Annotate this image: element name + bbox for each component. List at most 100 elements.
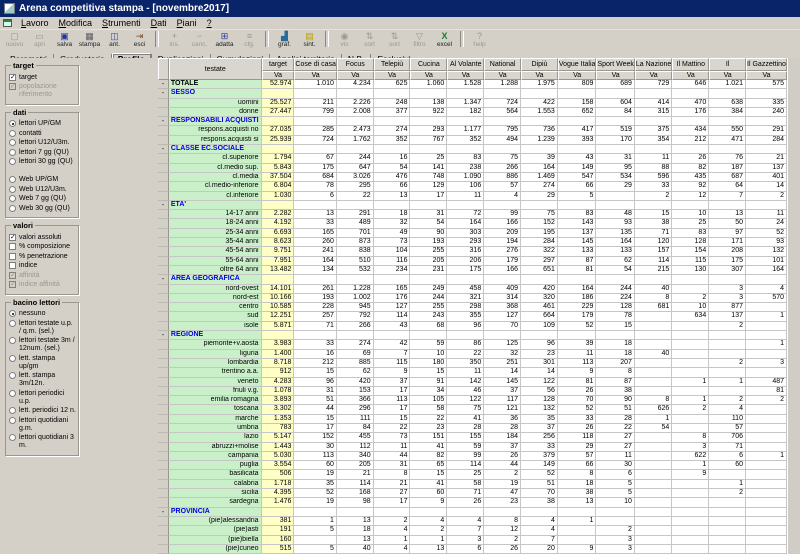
column-header-national[interactable]: National	[484, 58, 521, 71]
collapse-marker[interactable]: -	[158, 89, 169, 98]
radio-lett-stampa-up-gm[interactable]: lett. stampa up/gm	[9, 355, 76, 371]
row-label: 14-17 anni	[169, 210, 262, 219]
cell-value	[635, 536, 672, 545]
excel-icon: X	[441, 31, 447, 41]
radio-lettori-testate-3m-12num-sel[interactable]: lettori testate 3m / 12num. (sel.)	[9, 337, 76, 353]
ins.-button: +ins.	[162, 31, 187, 48]
vertical-scrollbar[interactable]	[787, 58, 800, 554]
sint.-button[interactable]: ▤sint.	[297, 31, 322, 48]
cell-value: 40	[635, 285, 672, 294]
cell-value	[672, 359, 709, 368]
radio-lettori-30-gg-qu[interactable]: lettori 30 gg (QU)	[9, 158, 76, 166]
collapse-marker[interactable]: -	[158, 80, 169, 89]
radio-lettori-quotidiani-3-m[interactable]: lettori quotidiani 3 m.	[9, 434, 76, 450]
radio-nessuno[interactable]: nessuno	[9, 310, 76, 318]
row-label: (pie)biella	[169, 536, 262, 545]
collapse-marker[interactable]: -	[158, 275, 169, 284]
row-gutter	[158, 536, 169, 545]
cell-value: 90	[410, 229, 447, 238]
cell-value: 626	[635, 405, 672, 414]
column-header-il[interactable]: Il	[709, 58, 746, 71]
menu-item-lavoro[interactable]: Lavoro	[16, 18, 54, 28]
collapse-marker[interactable]: -	[158, 508, 169, 517]
checkbox-valori-assoluti[interactable]: ✓valori assoluti	[9, 234, 76, 242]
cell-value: 13	[337, 517, 374, 526]
column-header-sport-week[interactable]: Sport Week	[596, 58, 634, 71]
collapse-marker[interactable]: -	[158, 331, 169, 340]
radio-web-7-gg-qu[interactable]: Web 7 gg (QU)	[9, 195, 76, 203]
table-row-pie-asti: (pie)asti1915184271242	[158, 526, 787, 535]
cell-value	[521, 508, 558, 517]
column-header-vogue-italia[interactable]: Vogue Italia	[558, 58, 597, 71]
menu-item-dati[interactable]: Dati	[146, 18, 172, 28]
column-header-cucina[interactable]: Cucina	[410, 58, 447, 71]
radio-lettori-u12-u3m[interactable]: lettori U12/U3m.	[9, 139, 76, 147]
checkbox-penetrazione[interactable]: ✓% penetrazione	[9, 253, 76, 261]
column-header-dipi[interactable]: Dipiù	[521, 58, 558, 71]
collapse-marker[interactable]: -	[158, 117, 169, 126]
cell-value	[596, 275, 634, 284]
column-header-target[interactable]: target	[262, 58, 295, 71]
cell-value: 352	[447, 136, 484, 145]
graf.-button[interactable]: ▟graf.	[272, 31, 297, 48]
ant.-button[interactable]: ◫ant.	[102, 31, 127, 48]
esci-button[interactable]: ⇥esci	[127, 31, 152, 48]
collapse-marker[interactable]: -	[158, 201, 169, 210]
radio-web-30-gg-qu[interactable]: Web 30 gg (QU)	[9, 205, 76, 213]
adatta-button[interactable]: ⊞adatta	[212, 31, 237, 48]
column-header-il-gazzettino[interactable]: Il Gazzettino	[746, 58, 787, 71]
table-row-basilicata: basilicata506192181525252869	[158, 470, 787, 479]
menu-item-modifica[interactable]: Modifica	[54, 18, 98, 28]
collapse-marker[interactable]: -	[158, 145, 169, 154]
cell-value: 1.353	[262, 415, 295, 424]
menu-item-piani[interactable]: Piani	[172, 18, 202, 28]
menu-item-item[interactable]: ?	[202, 18, 217, 28]
cell-value: 205	[337, 461, 374, 470]
cell-value: 12	[484, 526, 521, 535]
menu-item-strumenti[interactable]: Strumenti	[97, 18, 146, 28]
cell-value	[635, 201, 672, 210]
excel-button[interactable]: Xexcel	[432, 31, 457, 48]
checkbox-target[interactable]: ✓target	[9, 74, 76, 82]
radio-lett-stampa-3m-12n[interactable]: lett. stampa 3m/12n.	[9, 372, 76, 388]
radio-lettori-up-gm[interactable]: lettori UP/GM	[9, 120, 76, 128]
radio-lettori-periodici-u-p[interactable]: lettori periodici u.p.	[9, 390, 76, 406]
column-header-focus[interactable]: Focus	[337, 58, 374, 71]
column-header-al-volante[interactable]: Al Volante	[447, 58, 484, 71]
salva-button[interactable]: ▣salva	[52, 31, 77, 48]
radio-icon	[9, 390, 16, 397]
cell-value	[635, 145, 672, 154]
cell-value: 8	[596, 368, 634, 377]
cell-value	[635, 452, 672, 461]
print-preview-icon: ◫	[110, 31, 119, 41]
radio-web-up-gm[interactable]: Web UP/GM	[9, 176, 76, 184]
checkbox-indice[interactable]: ✓indice	[9, 262, 76, 270]
checkbox-composizione[interactable]: ✓% composizione	[9, 243, 76, 251]
cell-value: 4	[447, 517, 484, 526]
radio-lettori-7-gg-qu[interactable]: lettori 7 gg (QU)	[9, 149, 76, 157]
row-gutter	[158, 266, 169, 275]
radio-lett-periodici-12-n[interactable]: lett. periodici 12 n.	[9, 407, 76, 415]
table-row-campania: campania5.03011334044829926379571162261	[158, 452, 787, 461]
cell-value	[484, 117, 521, 126]
column-header-il-mattino[interactable]: Il Mattino	[672, 58, 709, 71]
column-header-la-nazione[interactable]: La Nazione	[635, 58, 672, 71]
cell-value	[635, 443, 672, 452]
radio-lettori-testate-u-p-q-m-sel[interactable]: lettori testate u.p. / q.m. (sel.)	[9, 320, 76, 336]
cell-value	[672, 89, 709, 98]
mdi-child-icon[interactable]	[3, 19, 12, 27]
cell-value: 18	[374, 210, 411, 219]
radio-lettori-quotidiani-g-m[interactable]: lettori quotidiani g.m.	[9, 417, 76, 433]
cell-value	[337, 89, 374, 98]
radio-web-u12-u3m[interactable]: Web U12/U3m.	[9, 186, 76, 194]
cell-value: 99	[447, 452, 484, 461]
column-header-cose-di-casa[interactable]: Cose di casa	[294, 58, 336, 71]
column-header-telepi[interactable]: Telepiù	[374, 58, 411, 71]
radio-contatti[interactable]: contatti	[9, 130, 76, 138]
cell-value	[635, 331, 672, 340]
cell-value: 128	[521, 396, 558, 405]
cell-value: 9	[410, 498, 447, 507]
stampa-button[interactable]: ▦stampa	[77, 31, 102, 48]
cell-value: 6	[709, 452, 746, 461]
cell-value	[746, 89, 787, 98]
